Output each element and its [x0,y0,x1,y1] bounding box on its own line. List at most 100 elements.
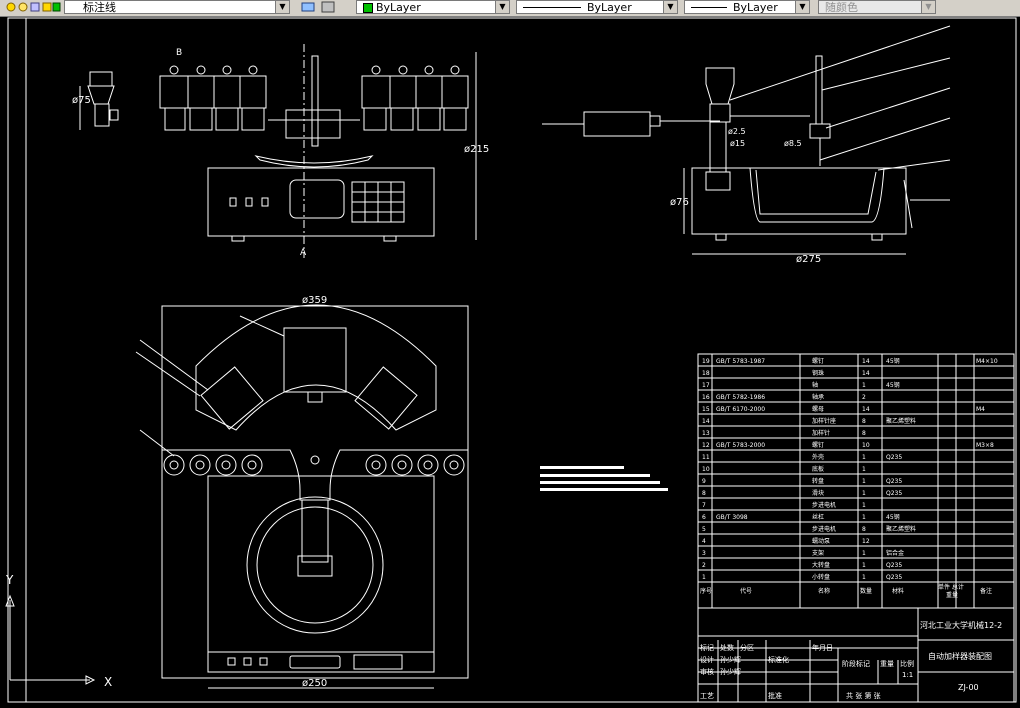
bom-name: 螺母 [812,405,824,413]
drawing-canvas[interactable]: ø75 B A ø215 ø76 ø275 ø2.5 ø15 ø8.5 ø359… [0,17,1020,704]
pump-row-left [159,65,267,131]
bom-header-note: 备注 [980,587,992,595]
bom-qty: 1 [862,502,866,509]
bom-header-weight: 单件 总计 [938,583,964,591]
bom-code: GB/T 5783-1987 [716,358,765,365]
bom-no: 13 [702,430,710,437]
bom-qty: 8 [862,418,866,425]
bom-no: 9 [702,478,706,485]
dim-phi15: ø15 [730,139,745,148]
bom-material: Q235 [886,574,902,581]
linetype-label: ByLayer [587,1,632,14]
linetype-combo[interactable]: ByLayer ▼ [516,0,678,14]
bom-name: 小转盘 [812,573,830,581]
bom-no: 8 [702,490,706,497]
title-block [697,607,1015,703]
lineweight-combo[interactable]: ByLayer ▼ [684,0,810,14]
bom-qty: 1 [862,382,866,389]
bom-code: GB/T 3098 [716,514,748,521]
color-swatch-icon [363,3,373,13]
bom-qty: 8 [862,526,866,533]
section-b-label: B [176,48,182,58]
bom-no: 15 [702,406,710,413]
bom-name: 钢珠 [812,369,824,377]
layer-state-icons[interactable] [4,0,62,14]
bom-name: 外壳 [812,453,824,461]
bom-material: 聚乙烯塑料 [886,525,916,533]
bom-no: 18 [702,370,710,377]
bom-qty: 1 [862,478,866,485]
bom-name: 转盘 [812,477,824,485]
bom-name: 蠕动泵 [812,537,830,545]
bom-qty: 1 [862,490,866,497]
bom-no: 12 [702,442,710,449]
bom-material: 45钢 [886,381,900,389]
bom-name: 步进电机 [812,525,836,533]
bom-header-code: 代号 [740,587,752,595]
bom-no: 4 [702,538,706,545]
bom-code: GB/T 5782-1986 [716,394,765,401]
bom-code: GB/T 5783-2000 [716,442,765,449]
chevron-down-icon[interactable]: ▼ [663,1,677,13]
bom-no: 17 [702,382,710,389]
bom-no: 5 [702,526,706,533]
bom-no: 14 [702,418,710,425]
bom-no: 19 [702,358,710,365]
chevron-down-icon[interactable]: ▼ [275,1,289,13]
bom-note: M4×10 [976,358,998,365]
ucs-x-label: X [104,675,112,689]
bom-no: 1 [702,574,706,581]
bom-name: 丝杠 [812,513,824,521]
plotstyle-combo[interactable]: 随颜色 ▼ [818,0,936,14]
bom-note: M3×8 [976,442,994,449]
color-combo[interactable]: ByLayer ▼ [356,0,510,14]
dimstyle-combo[interactable]: 标注线 ▼ [64,0,290,14]
front-view: ø75 B A ø215 [72,44,489,258]
dim-phi75: ø75 [72,95,91,106]
chevron-down-icon[interactable]: ▼ [795,1,809,13]
dim-phi359: ø359 [302,295,327,306]
bom-qty: 8 [862,430,866,437]
dim-phi250: ø250 [302,678,327,689]
bom-qty: 14 [862,370,870,377]
chevron-down-icon[interactable]: ▼ [495,1,509,13]
bom-material: 45钢 [886,513,900,521]
color-label: ByLayer [376,1,421,14]
layer-previous-icon[interactable] [300,0,340,14]
bom-name: 轴承 [812,393,824,401]
ucs-y-label: Y [5,573,14,587]
bom-material: Q235 [886,490,902,497]
chevron-down-icon[interactable]: ▼ [921,1,935,13]
line-sample [523,7,581,8]
drawing-svg: ø75 B A ø215 ø76 ø275 ø2.5 ø15 ø8.5 ø359… [5,17,1017,703]
bom-no: 16 [702,394,710,401]
bom-qty: 1 [862,466,866,473]
bom-note: M4 [976,406,985,413]
technical-notes [540,466,668,491]
bom-qty: 2 [862,394,866,401]
bom-no: 3 [702,550,706,557]
bom-header-material: 材料 [892,587,904,595]
bom-qty: 1 [862,454,866,461]
bom-qty: 10 [862,442,870,449]
bom-material: 45钢 [886,357,900,365]
side-view: ø76 ø275 ø2.5 ø15 ø8.5 [542,25,951,265]
bom-name: 底板 [812,465,824,473]
dim-phi76: ø76 [670,197,689,208]
bom-no: 11 [702,454,710,461]
lineweight-label: ByLayer [733,1,778,14]
bom-material: 铝合金 [886,549,904,557]
bom-no: 7 [702,502,706,509]
bom-qty: 1 [862,550,866,557]
dim-phi2-5: ø2.5 [728,127,746,136]
bom-name: 螺钉 [812,441,824,449]
bom-qty: 1 [862,574,866,581]
section-a-label: A [300,248,307,258]
pump-row-right [361,65,469,131]
dim-phi275: ø275 [796,254,821,265]
bom-header-weight2: 重量 [946,591,958,599]
bom-code: GB/T 6170-2000 [716,406,765,413]
bom-material: Q235 [886,454,902,461]
bom-no: 2 [702,562,706,569]
line-sample [691,7,727,8]
